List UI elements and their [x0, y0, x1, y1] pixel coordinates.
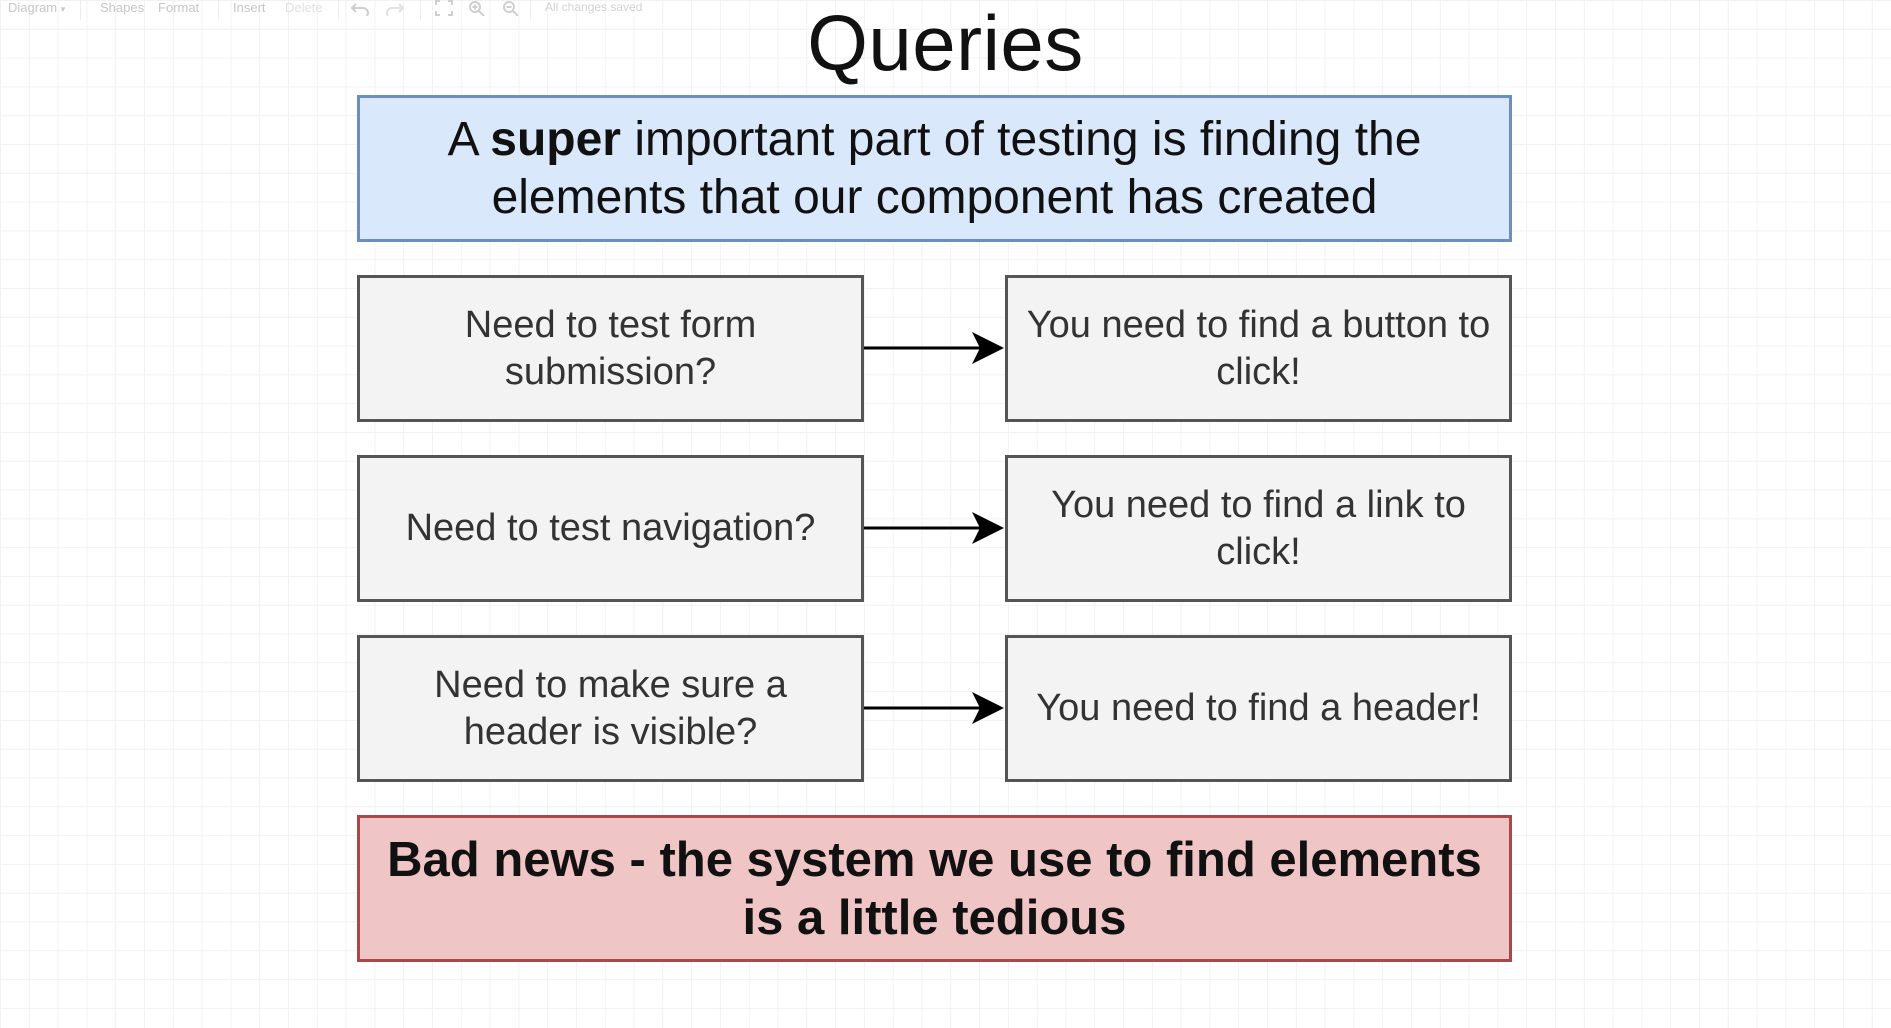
intro-suffix: important part of testing is finding the…	[491, 112, 1422, 224]
page-title: Queries	[807, 0, 1084, 87]
answer-box-header: You need to find a header!	[1005, 635, 1512, 782]
answer-box-button: You need to find a button to click!	[1005, 275, 1512, 422]
intro-text: A super important part of testing is fin…	[385, 111, 1485, 227]
question-text: Need to make sure a header is visible?	[434, 663, 787, 753]
arrow-icon	[864, 508, 1006, 548]
arrow-icon	[864, 328, 1006, 368]
bad-news-text: Bad news - the system we use to find ele…	[387, 832, 1482, 945]
answer-text: You need to find a link to click!	[1051, 483, 1466, 573]
intro-emphasis: super	[490, 112, 621, 166]
bad-news-box: Bad news - the system we use to find ele…	[357, 815, 1512, 962]
answer-box-link: You need to find a link to click!	[1005, 455, 1512, 602]
question-box-header: Need to make sure a header is visible?	[357, 635, 864, 782]
intro-box: A super important part of testing is fin…	[357, 95, 1512, 242]
arrow-icon	[864, 688, 1006, 728]
question-box-form-submission: Need to test form submission?	[357, 275, 864, 422]
answer-text: You need to find a button to click!	[1026, 303, 1491, 393]
question-box-navigation: Need to test navigation?	[357, 455, 864, 602]
answer-text: You need to find a header!	[1036, 687, 1481, 729]
intro-prefix: A	[447, 112, 491, 166]
question-text: Need to test form submission?	[464, 303, 757, 393]
question-text: Need to test navigation?	[405, 507, 816, 549]
